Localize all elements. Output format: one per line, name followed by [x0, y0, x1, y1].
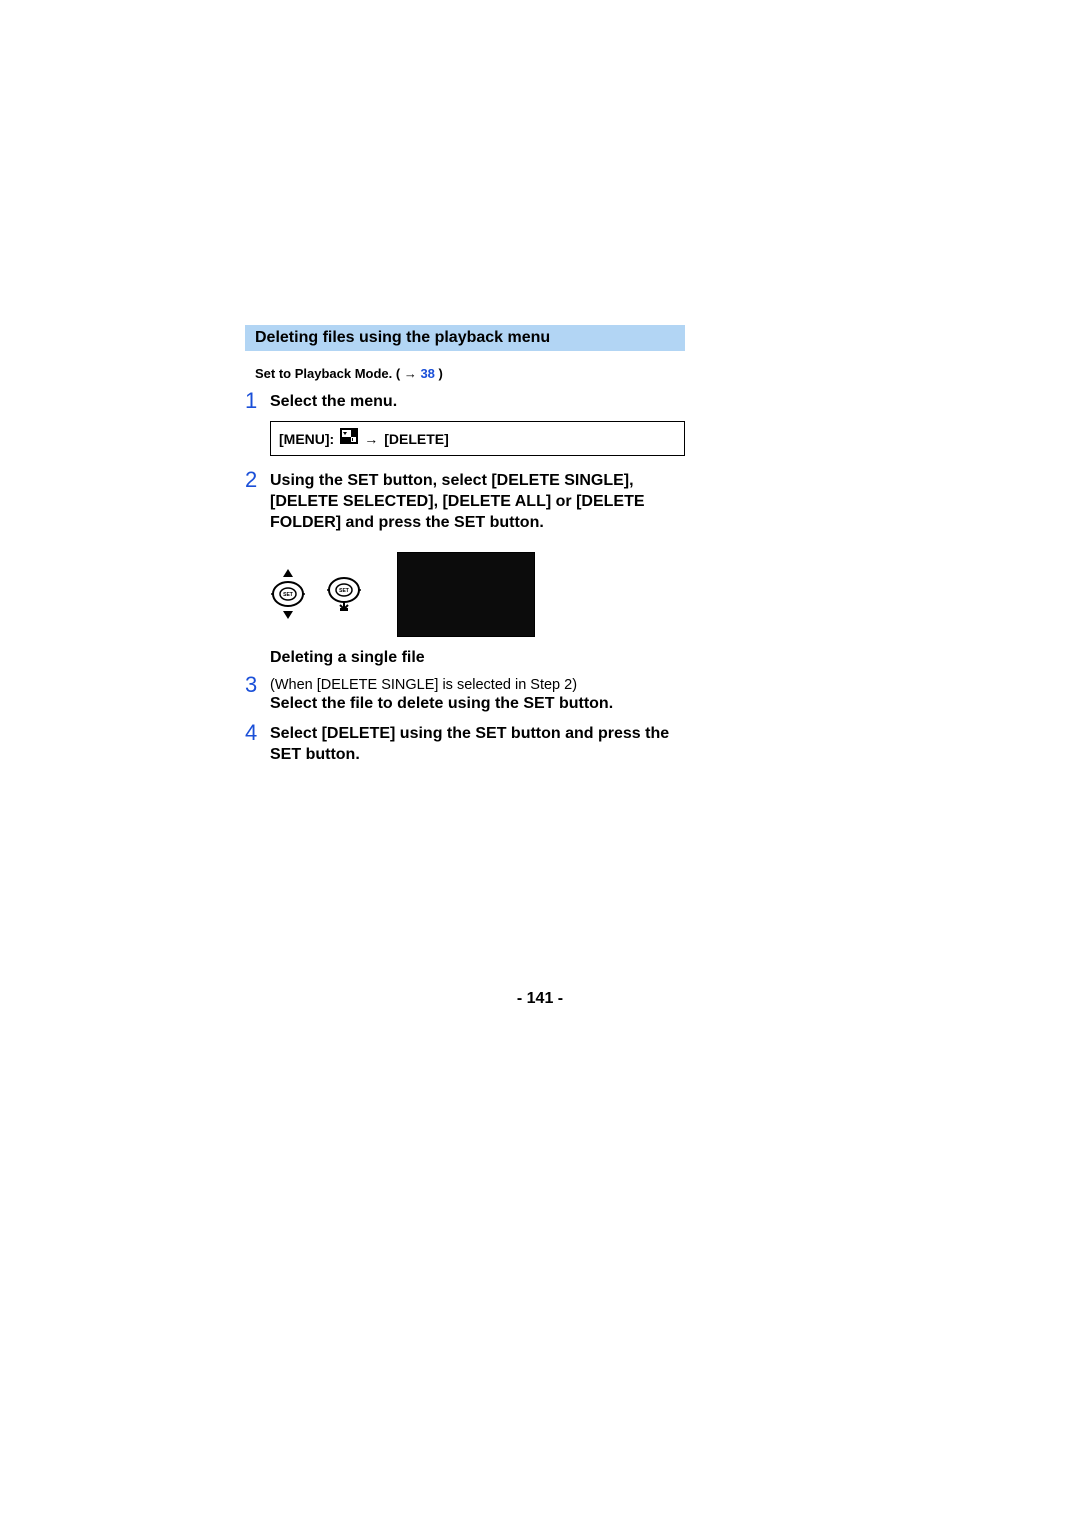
step-number: 1 [245, 389, 270, 413]
menu-item: [DELETE] [384, 431, 449, 447]
close-paren: ) [439, 366, 443, 381]
illustration-row: SET SET [270, 552, 685, 637]
precondition-text: Set to Playback Mode. ( [255, 366, 400, 381]
manual-page: Deleting files using the playback menu S… [245, 325, 685, 772]
set-button-press-icon: SET [326, 574, 362, 614]
subheading: Deleting a single file [270, 649, 685, 667]
playback-tab-icon [340, 428, 358, 449]
step-note: (When [DELETE SINGLE] is selected in Ste… [270, 676, 685, 695]
step-number: 4 [245, 721, 270, 745]
step-text: Using the SET button, select [DELETE SIN… [270, 471, 685, 533]
step-text: Select the menu. [270, 392, 685, 413]
menu-path-box: [MENU]: → [DELETE] [270, 421, 685, 456]
step-number: 3 [245, 673, 270, 697]
set-button-vertical-icon: SET [270, 567, 306, 621]
screen-preview-placeholder [397, 552, 535, 637]
menu-label: [MENU]: [279, 431, 334, 447]
page-number: - 141 - [0, 990, 1080, 1008]
step-text: Select [DELETE] using the SET button and… [270, 724, 685, 766]
step-2: 2 Using the SET button, select [DELETE S… [245, 468, 685, 533]
step-4: 4 Select [DELETE] using the SET button a… [245, 721, 685, 766]
precondition-line: Set to Playback Mode. ( → 38 ) [255, 366, 685, 381]
section-header: Deleting files using the playback menu [245, 325, 685, 351]
svg-text:SET: SET [339, 588, 349, 594]
step-text: Select the file to delete using the SET … [270, 694, 685, 715]
arrow-icon: → [364, 431, 378, 447]
page-ref-link[interactable]: 38 [420, 366, 434, 381]
step-number: 2 [245, 468, 270, 492]
arrow-icon: → [404, 366, 421, 381]
step-1: 1 Select the menu. [245, 389, 685, 413]
svg-text:SET: SET [283, 592, 293, 598]
step-3: 3 (When [DELETE SINGLE] is selected in S… [245, 673, 685, 716]
